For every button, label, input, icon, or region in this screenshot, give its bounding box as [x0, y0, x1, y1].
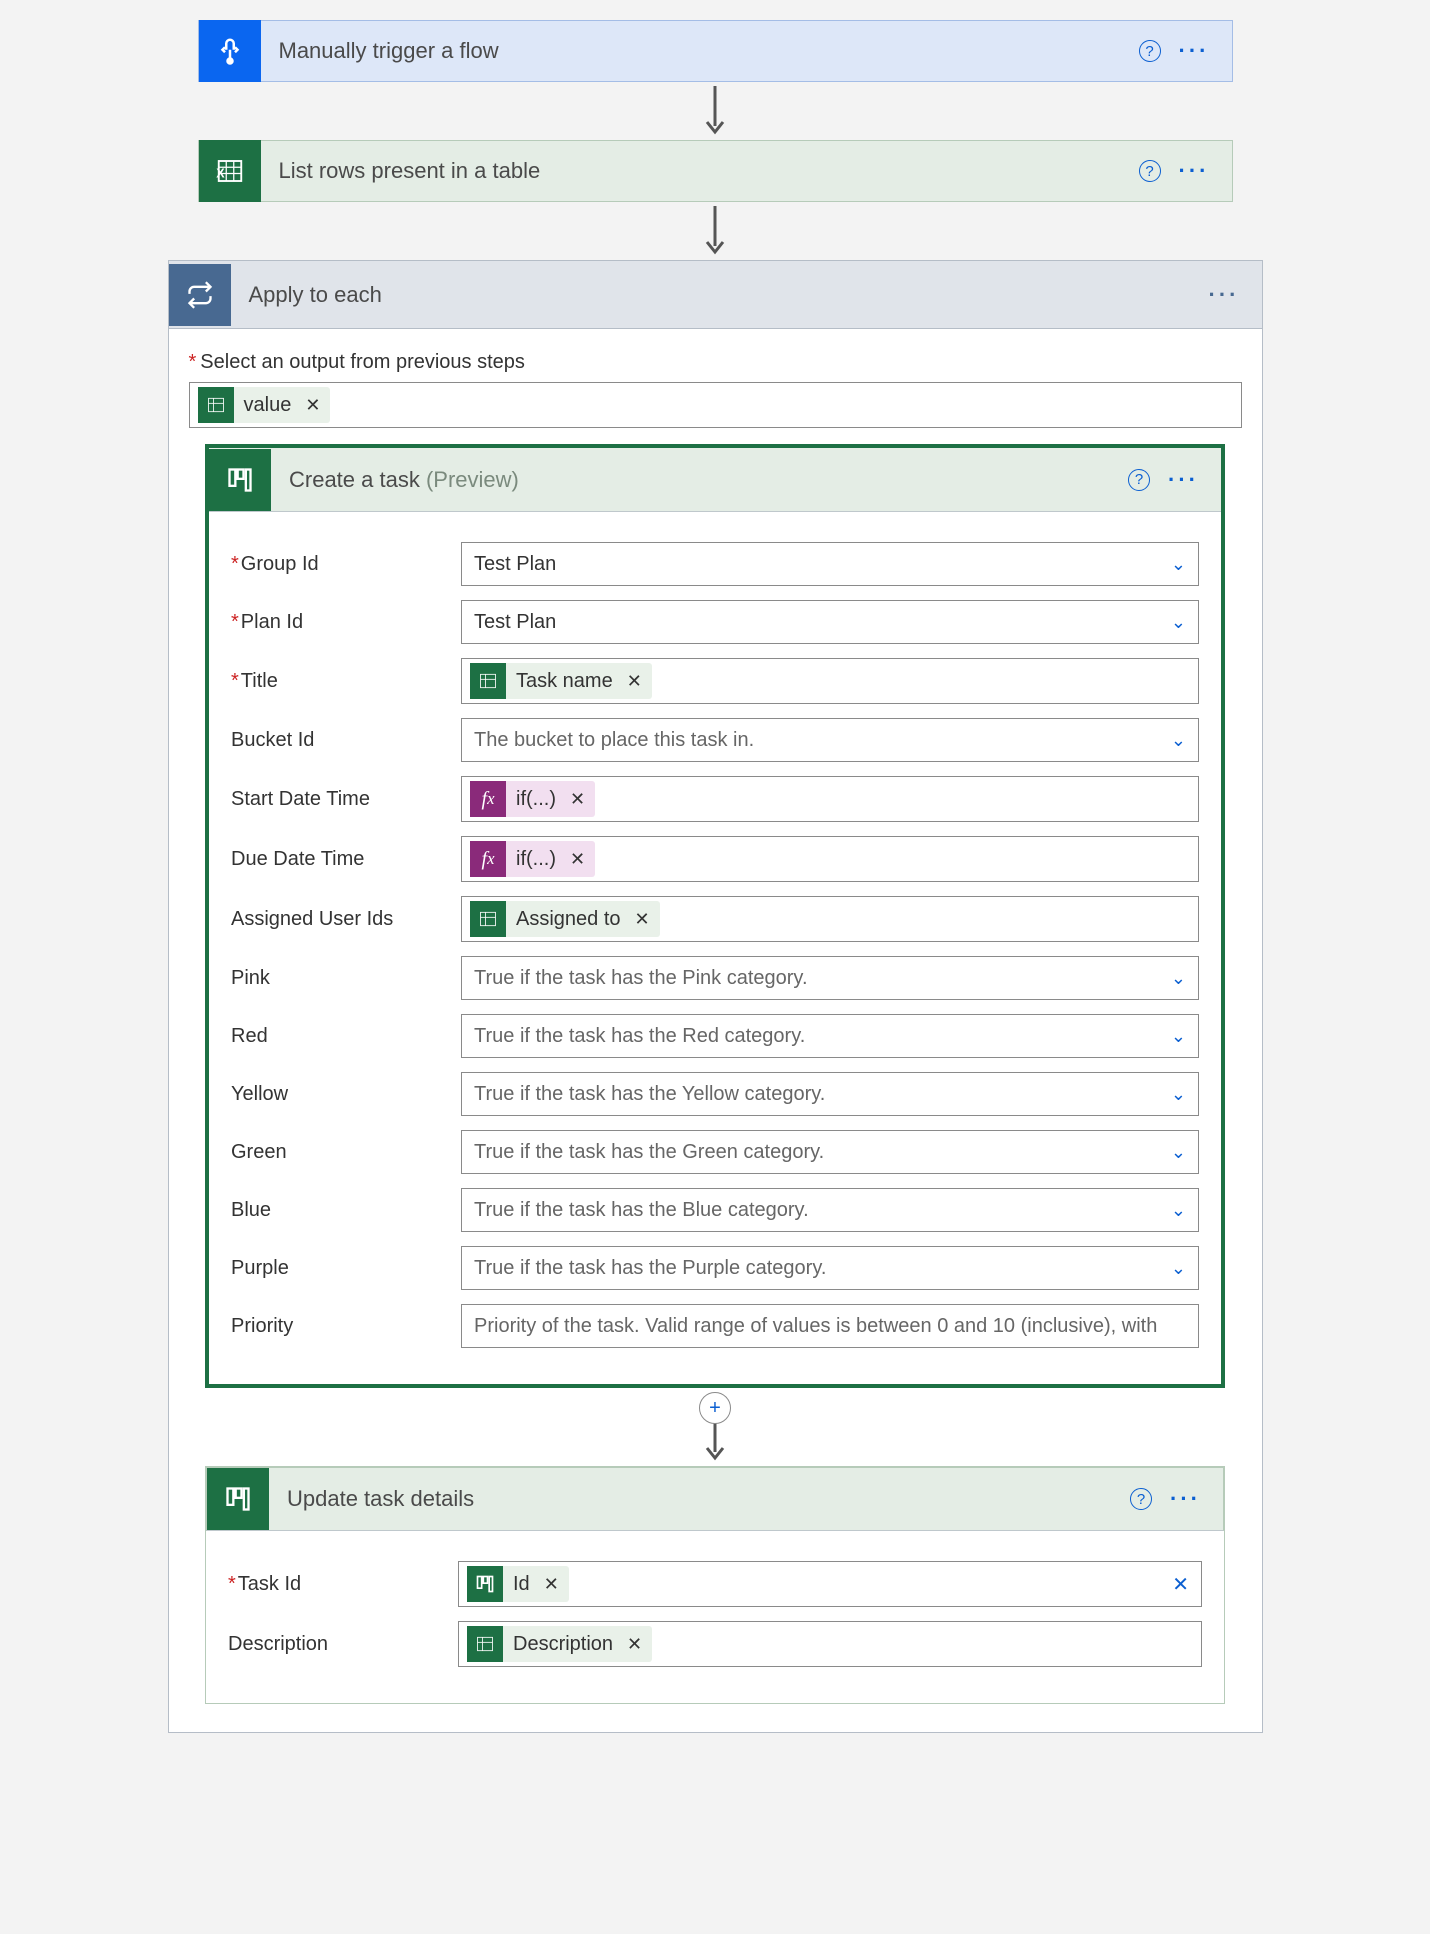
- description-input[interactable]: Description ✕: [458, 1621, 1202, 1667]
- assigned-label: Assigned User Ids: [231, 908, 461, 931]
- fx-token[interactable]: fx if(...) ✕: [470, 841, 595, 877]
- green-select[interactable]: True if the task has the Green category.…: [461, 1130, 1199, 1174]
- purple-select[interactable]: True if the task has the Purple category…: [461, 1246, 1199, 1290]
- chevron-down-icon: ⌄: [1171, 1200, 1186, 1221]
- more-icon[interactable]: ···: [1170, 1486, 1201, 1512]
- create-task-title: Create a task (Preview): [271, 467, 1128, 493]
- create-task-card: Create a task (Preview) ? ··· *Group Id …: [205, 444, 1225, 1388]
- red-select[interactable]: True if the task has the Red category.⌄: [461, 1014, 1199, 1058]
- fx-icon: fx: [470, 841, 506, 877]
- apply-to-each-header[interactable]: Apply to each ···: [169, 261, 1262, 329]
- chevron-down-icon: ⌄: [1171, 968, 1186, 989]
- planner-icon: [209, 449, 271, 511]
- excel-icon: [198, 387, 234, 423]
- blue-select[interactable]: True if the task has the Blue category.⌄: [461, 1188, 1199, 1232]
- task-name-token[interactable]: Task name ✕: [470, 663, 652, 699]
- group-id-select[interactable]: Test Plan⌄: [461, 542, 1199, 586]
- chevron-down-icon: ⌄: [1171, 1142, 1186, 1163]
- chevron-down-icon: ⌄: [1171, 554, 1186, 575]
- chevron-down-icon: ⌄: [1171, 1026, 1186, 1047]
- assigned-input[interactable]: Assigned to ✕: [461, 896, 1199, 942]
- excel-icon: [470, 663, 506, 699]
- remove-token-icon[interactable]: ✕: [540, 1574, 569, 1595]
- update-task-title: Update task details: [269, 1486, 1130, 1512]
- more-icon[interactable]: ···: [1179, 158, 1210, 184]
- loop-icon: [169, 264, 231, 326]
- update-task-header[interactable]: Update task details ? ···: [206, 1467, 1224, 1531]
- chevron-down-icon: ⌄: [1171, 612, 1186, 633]
- group-id-label: *Group Id: [231, 553, 461, 576]
- fx-icon: fx: [470, 781, 506, 817]
- bucket-id-label: Bucket Id: [231, 729, 461, 752]
- help-icon[interactable]: ?: [1128, 469, 1150, 491]
- value-token[interactable]: value ✕: [198, 387, 331, 423]
- help-icon[interactable]: ?: [1130, 1488, 1152, 1510]
- yellow-select[interactable]: True if the task has the Yellow category…: [461, 1072, 1199, 1116]
- title-label: *Title: [231, 670, 461, 693]
- priority-label: Priority: [231, 1315, 461, 1338]
- apply-to-each-title: Apply to each: [231, 282, 1209, 308]
- start-date-label: Start Date Time: [231, 788, 461, 811]
- trigger-step[interactable]: Manually trigger a flow ? ···: [198, 20, 1233, 82]
- due-date-input[interactable]: fx if(...) ✕: [461, 836, 1199, 882]
- plan-id-select[interactable]: Test Plan⌄: [461, 600, 1199, 644]
- add-step-button[interactable]: +: [699, 1392, 731, 1424]
- red-label: Red: [231, 1025, 461, 1048]
- remove-token-icon[interactable]: ✕: [301, 395, 330, 416]
- chevron-down-icon: ⌄: [1171, 1084, 1186, 1105]
- pink-label: Pink: [231, 967, 461, 990]
- more-icon[interactable]: ···: [1168, 467, 1199, 493]
- svg-text:X: X: [216, 166, 225, 180]
- help-icon[interactable]: ?: [1139, 160, 1161, 182]
- list-rows-title: List rows present in a table: [261, 158, 1139, 184]
- remove-token-icon[interactable]: ✕: [631, 909, 660, 930]
- remove-token-icon[interactable]: ✕: [566, 849, 595, 870]
- trigger-title: Manually trigger a flow: [261, 38, 1139, 64]
- connector-arrow: [705, 86, 725, 136]
- task-id-input[interactable]: Id ✕ ✕: [458, 1561, 1202, 1607]
- assigned-to-token[interactable]: Assigned to ✕: [470, 901, 660, 937]
- select-output-label: *Select an output from previous steps: [189, 351, 1242, 374]
- update-task-card: Update task details ? ··· *Task Id: [205, 1466, 1225, 1704]
- excel-icon: [467, 1626, 503, 1662]
- purple-label: Purple: [231, 1257, 461, 1280]
- more-icon[interactable]: ···: [1209, 282, 1240, 308]
- title-input[interactable]: Task name ✕: [461, 658, 1199, 704]
- task-id-label: *Task Id: [228, 1573, 458, 1596]
- blue-label: Blue: [231, 1199, 461, 1222]
- help-icon[interactable]: ?: [1139, 40, 1161, 62]
- select-output-input[interactable]: value ✕: [189, 382, 1242, 428]
- excel-icon: [470, 901, 506, 937]
- clear-icon[interactable]: ✕: [1172, 1572, 1189, 1597]
- green-label: Green: [231, 1141, 461, 1164]
- due-date-label: Due Date Time: [231, 848, 461, 871]
- description-token[interactable]: Description ✕: [467, 1626, 652, 1662]
- chevron-down-icon: ⌄: [1171, 1258, 1186, 1279]
- id-token[interactable]: Id ✕: [467, 1566, 569, 1602]
- planner-icon: [467, 1566, 503, 1602]
- remove-token-icon[interactable]: ✕: [623, 1634, 652, 1655]
- priority-input[interactable]: Priority of the task. Valid range of val…: [461, 1304, 1199, 1348]
- plan-id-label: *Plan Id: [231, 611, 461, 634]
- start-date-input[interactable]: fx if(...) ✕: [461, 776, 1199, 822]
- more-icon[interactable]: ···: [1179, 38, 1210, 64]
- remove-token-icon[interactable]: ✕: [566, 789, 595, 810]
- connector-arrow: +: [699, 1392, 731, 1462]
- create-task-header[interactable]: Create a task (Preview) ? ···: [209, 448, 1221, 512]
- bucket-id-select[interactable]: The bucket to place this task in.⌄: [461, 718, 1199, 762]
- apply-to-each-container: Apply to each ··· *Select an output from…: [168, 260, 1263, 1733]
- chevron-down-icon: ⌄: [1171, 730, 1186, 751]
- excel-icon: X: [199, 140, 261, 202]
- pink-select[interactable]: True if the task has the Pink category.⌄: [461, 956, 1199, 1000]
- touch-icon: [199, 20, 261, 82]
- remove-token-icon[interactable]: ✕: [623, 671, 652, 692]
- list-rows-step[interactable]: X List rows present in a table ? ···: [198, 140, 1233, 202]
- connector-arrow: [705, 206, 725, 256]
- planner-icon: [207, 1468, 269, 1530]
- description-label: Description: [228, 1633, 458, 1656]
- fx-token[interactable]: fx if(...) ✕: [470, 781, 595, 817]
- yellow-label: Yellow: [231, 1083, 461, 1106]
